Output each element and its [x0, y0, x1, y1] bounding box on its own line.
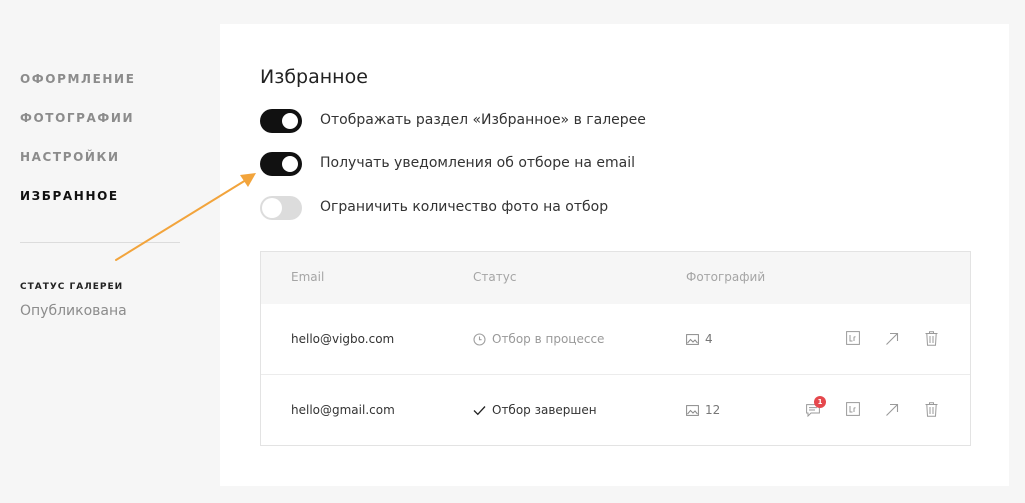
sidebar-item-settings[interactable]: НАСТРОЙКИ: [20, 150, 120, 164]
gallery-status-label: СТАТУС ГАЛЕРЕИ: [20, 282, 124, 292]
lightroom-icon[interactable]: [846, 402, 860, 416]
table-row: hello@gmail.com Отбор завершен 12 1: [261, 374, 970, 445]
limit-photos-label: Ограничить количество фото на отбор: [320, 199, 609, 215]
row-photo-count: 12: [705, 403, 721, 417]
sidebar-item-design[interactable]: ОФОРМЛЕНИЕ: [20, 72, 136, 86]
image-icon: [686, 405, 699, 416]
email-notifications-toggle[interactable]: [260, 152, 302, 176]
row-status: Отбор в процессе: [492, 332, 605, 346]
row-photo-count: 4: [705, 332, 713, 346]
table-header: Email Статус Фотографий: [261, 252, 970, 304]
trash-icon[interactable]: [925, 402, 938, 417]
page-title: Избранное: [260, 66, 368, 88]
column-header-status: Статус: [473, 270, 517, 284]
table-row: hello@vigbo.com Отбор в процессе 4: [261, 304, 970, 374]
toggle-knob: [282, 113, 298, 129]
show-favorites-label: Отображать раздел «Избранное» в галерее: [320, 112, 646, 128]
email-notifications-label: Получать уведомления об отборе на email: [320, 155, 635, 171]
comment-count-badge: 1: [814, 396, 826, 408]
app-root: ОФОРМЛЕНИЕ ФОТОГРАФИИ НАСТРОЙКИ ИЗБРАННО…: [0, 0, 1025, 503]
sidebar-divider: [20, 242, 180, 243]
open-link-icon[interactable]: [885, 403, 899, 417]
limit-photos-toggle[interactable]: [260, 196, 302, 220]
toggle-knob: [282, 156, 298, 172]
row-email: hello@vigbo.com: [291, 332, 395, 346]
lightroom-icon[interactable]: [846, 331, 860, 345]
sidebar: ОФОРМЛЕНИЕ ФОТОГРАФИИ НАСТРОЙКИ ИЗБРАННО…: [0, 0, 210, 503]
check-icon: [473, 405, 486, 416]
selections-table: Email Статус Фотографий hello@vigbo.com …: [260, 251, 971, 446]
toggle-knob: [262, 198, 282, 218]
show-favorites-toggle[interactable]: [260, 109, 302, 133]
column-header-photos: Фотографий: [686, 270, 766, 284]
sidebar-item-photos[interactable]: ФОТОГРАФИИ: [20, 111, 134, 125]
row-status: Отбор завершен: [492, 403, 597, 417]
sidebar-item-favorites[interactable]: ИЗБРАННОЕ: [20, 189, 119, 203]
column-header-email: Email: [291, 270, 325, 284]
trash-icon[interactable]: [925, 331, 938, 346]
row-email: hello@gmail.com: [291, 403, 395, 417]
image-icon: [686, 334, 699, 345]
gallery-status-value: Опубликована: [20, 303, 127, 319]
favorites-panel: Избранное Отображать раздел «Избранное» …: [220, 24, 1009, 486]
open-link-icon[interactable]: [885, 332, 899, 346]
clock-icon: [473, 333, 486, 346]
